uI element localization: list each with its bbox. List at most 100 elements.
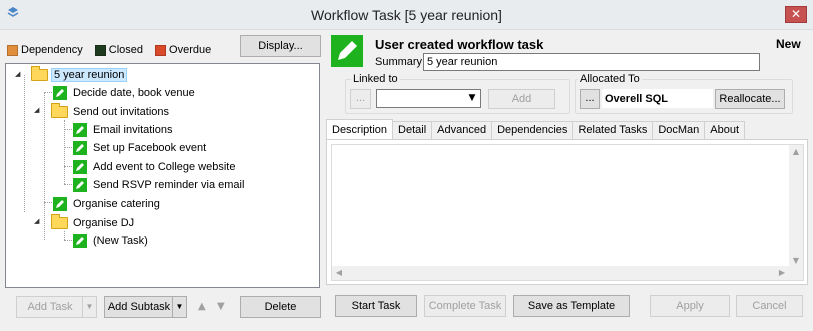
- tree-node[interactable]: Decide date, book venue: [53, 84, 197, 101]
- allocate-browse-button[interactable]: ...: [580, 89, 600, 109]
- reallocate-button[interactable]: Reallocate...: [715, 89, 785, 109]
- add-task-dropdown-icon[interactable]: ▼: [82, 297, 96, 317]
- description-panel: ▲ ▼ ◀ ▶: [326, 139, 808, 285]
- task-icon: [73, 177, 87, 192]
- task-tree[interactable]: ◢ ◢ ◢ 5 year reunion Decide date, book v…: [5, 63, 320, 288]
- vertical-scrollbar[interactable]: ▲ ▼: [789, 145, 803, 268]
- summary-label: Summary:: [375, 56, 426, 68]
- tree-node-label: (New Task): [93, 234, 148, 247]
- linked-browse-button[interactable]: ...: [350, 89, 371, 109]
- legend-dependency: Dependency: [7, 44, 83, 56]
- task-type-icon: [331, 35, 363, 67]
- tree-connector: [44, 92, 52, 93]
- tree-node-label: Decide date, book venue: [73, 86, 195, 99]
- add-subtask-dropdown-icon[interactable]: ▼: [172, 297, 186, 317]
- cancel-button[interactable]: Cancel: [736, 295, 803, 317]
- tab-detail[interactable]: Detail: [392, 121, 433, 139]
- add-task-button[interactable]: Add Task ▼: [16, 296, 97, 318]
- start-task-button[interactable]: Start Task: [335, 295, 417, 317]
- display-button[interactable]: Display...: [240, 35, 321, 57]
- overdue-swatch: [155, 44, 167, 56]
- tree-connector: [64, 184, 72, 185]
- collapse-toggle-icon[interactable]: ◢: [34, 217, 42, 225]
- delete-button[interactable]: Delete: [240, 296, 321, 318]
- tree-node-label: Add event to College website: [93, 160, 236, 173]
- task-icon: [73, 159, 87, 174]
- collapse-toggle-icon[interactable]: ◢: [15, 70, 23, 78]
- scroll-left-icon[interactable]: ◀: [332, 266, 346, 280]
- tree-connector: [64, 240, 72, 241]
- close-button[interactable]: ✕: [785, 6, 807, 23]
- legend-dependency-label: Dependency: [21, 44, 83, 56]
- legend-closed-label: Closed: [108, 44, 144, 56]
- legend-overdue: Overdue: [155, 44, 211, 56]
- tree-node[interactable]: Set up Facebook event: [73, 139, 208, 156]
- horizontal-scrollbar[interactable]: ◀ ▶: [332, 266, 803, 280]
- tree-node-label: Send out invitations: [73, 105, 170, 118]
- tab-about[interactable]: About: [704, 121, 746, 139]
- tree-node-label: Send RSVP reminder via email: [93, 178, 245, 191]
- tree-node-label: 5 year reunion: [51, 67, 128, 82]
- tab-description[interactable]: Description: [326, 119, 394, 139]
- tree-node[interactable]: Send out invitations: [51, 102, 171, 120]
- scroll-right-icon[interactable]: ▶: [775, 266, 789, 280]
- save-as-template-button[interactable]: Save as Template: [513, 295, 630, 317]
- scroll-up-icon[interactable]: ▲: [789, 145, 803, 159]
- task-icon: [53, 196, 67, 211]
- tab-docman[interactable]: DocMan: [652, 121, 706, 139]
- tree-connector: [44, 92, 45, 240]
- add-subtask-label: Add Subtask: [107, 301, 171, 313]
- window-title: Workflow Task [5 year reunion]: [311, 7, 502, 23]
- apply-button[interactable]: Apply: [650, 295, 730, 317]
- add-link-button[interactable]: Add: [488, 89, 555, 109]
- owner-name: Overell SQL: [605, 93, 668, 105]
- closed-swatch: [94, 44, 106, 56]
- task-status: New: [776, 37, 801, 51]
- tree-connector: [64, 166, 72, 167]
- tree-connector: [24, 75, 25, 212]
- tree-connector: [64, 147, 72, 148]
- tree-node-label: Set up Facebook event: [93, 141, 207, 154]
- allocated-to-label: Allocated To: [578, 73, 642, 85]
- move-up-icon[interactable]: ▲: [198, 301, 206, 312]
- legend-closed: Closed: [94, 44, 144, 56]
- chevron-down-icon[interactable]: ▼: [466, 92, 478, 105]
- tree-node[interactable]: Send RSVP reminder via email: [73, 176, 246, 193]
- tree-connector: [44, 202, 52, 203]
- add-task-label: Add Task: [27, 301, 73, 313]
- collapse-toggle-icon[interactable]: ◢: [34, 106, 42, 114]
- summary-input[interactable]: [423, 53, 760, 71]
- dependency-swatch: [7, 44, 18, 56]
- complete-task-button[interactable]: Complete Task: [424, 295, 506, 317]
- tree-node-label: Email invitations: [93, 123, 173, 136]
- tree-node-label: Organise DJ: [73, 216, 135, 229]
- linked-to-select[interactable]: ▼: [376, 89, 481, 108]
- tree-node-label: Organise catering: [73, 197, 160, 210]
- move-down-icon[interactable]: ▼: [217, 301, 225, 312]
- folder-icon: [51, 102, 68, 118]
- tree-node[interactable]: Organise DJ: [51, 213, 136, 231]
- folder-icon: [51, 213, 68, 229]
- tree-node[interactable]: (New Task): [73, 232, 150, 249]
- tree-connector: [64, 129, 72, 130]
- tree-node[interactable]: Add event to College website: [73, 158, 237, 175]
- description-textarea[interactable]: ▲ ▼ ◀ ▶: [331, 144, 804, 281]
- tree-node[interactable]: Organise catering: [53, 195, 162, 212]
- folder-icon: [31, 65, 48, 81]
- task-icon: [53, 85, 67, 100]
- title-bar: Workflow Task [5 year reunion] ✕: [0, 0, 813, 30]
- tree-node[interactable]: Email invitations: [73, 121, 174, 138]
- add-subtask-button[interactable]: Add Subtask ▼: [104, 296, 187, 318]
- tab-advanced[interactable]: Advanced: [431, 121, 493, 139]
- linked-to-label: Linked to: [351, 73, 400, 85]
- tree-connector: [64, 231, 65, 240]
- tree-node[interactable]: 5 year reunion: [31, 65, 128, 83]
- status-legend: Dependency Closed Overdue: [7, 43, 223, 57]
- tab-dependencies[interactable]: Dependencies: [491, 121, 574, 139]
- detail-tabs: Description Detail Advanced Dependencies…: [326, 119, 746, 139]
- task-icon: [73, 233, 87, 248]
- task-icon: [73, 122, 87, 137]
- task-heading: User created workflow task: [375, 37, 544, 52]
- tab-related-tasks[interactable]: Related Tasks: [572, 121, 654, 139]
- task-icon: [73, 140, 87, 155]
